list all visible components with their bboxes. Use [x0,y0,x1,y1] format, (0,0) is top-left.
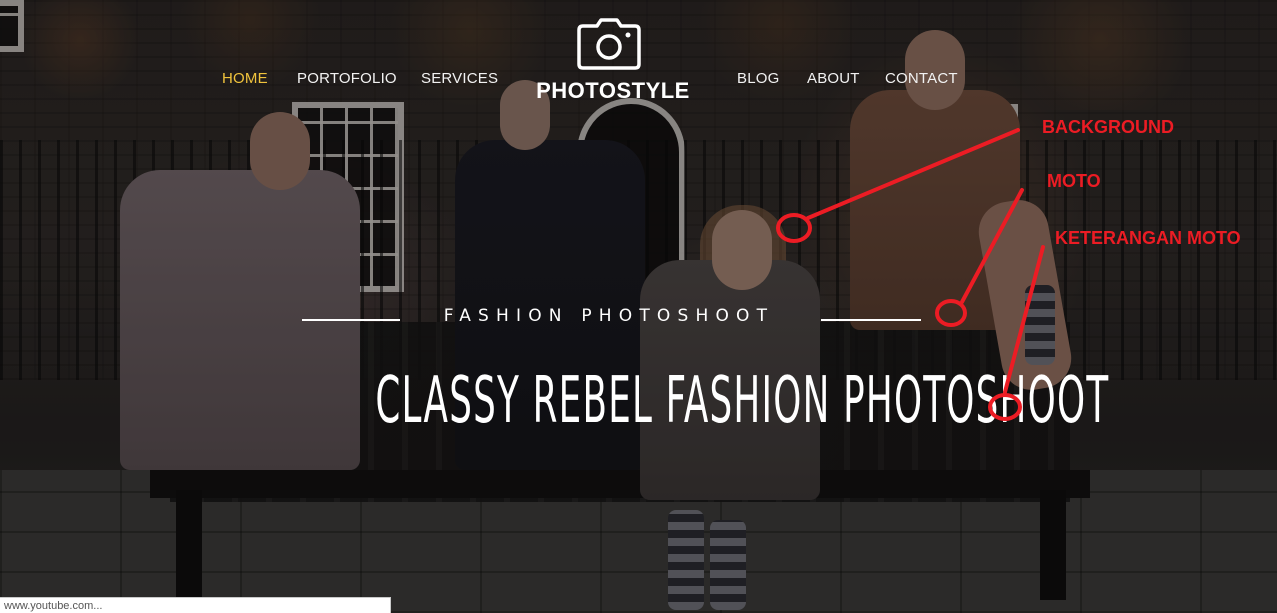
moto-description: CLASSY REBEL FASHION PHOTOSHOOT [375,364,1110,438]
nav-home[interactable]: HOME [222,70,268,87]
moto-line-left [302,319,400,321]
moto: FASHION PHOTOSHOOT [443,306,775,326]
moto-line-right [821,319,921,321]
annotation-label-moto-description: KETERANGAN MOTO [1055,228,1241,248]
annotation-label-moto: MOTO [1047,171,1101,191]
nav-about[interactable]: ABOUT [807,70,860,87]
nav-blog[interactable]: BLOG [737,70,779,87]
browser-status-url: www.youtube.com... [0,597,391,613]
annotation-label-background: BACKGROUND [1042,117,1174,137]
nav-portofolio[interactable]: PORTOFOLIO [297,70,397,87]
site-logo[interactable]: PHOTOSTYLE [530,16,696,108]
nav-contact[interactable]: CONTACT [885,70,958,87]
nav-services[interactable]: SERVICES [421,70,498,87]
logo-text: PHOTOSTYLE [536,78,690,103]
camera-icon [577,18,641,70]
